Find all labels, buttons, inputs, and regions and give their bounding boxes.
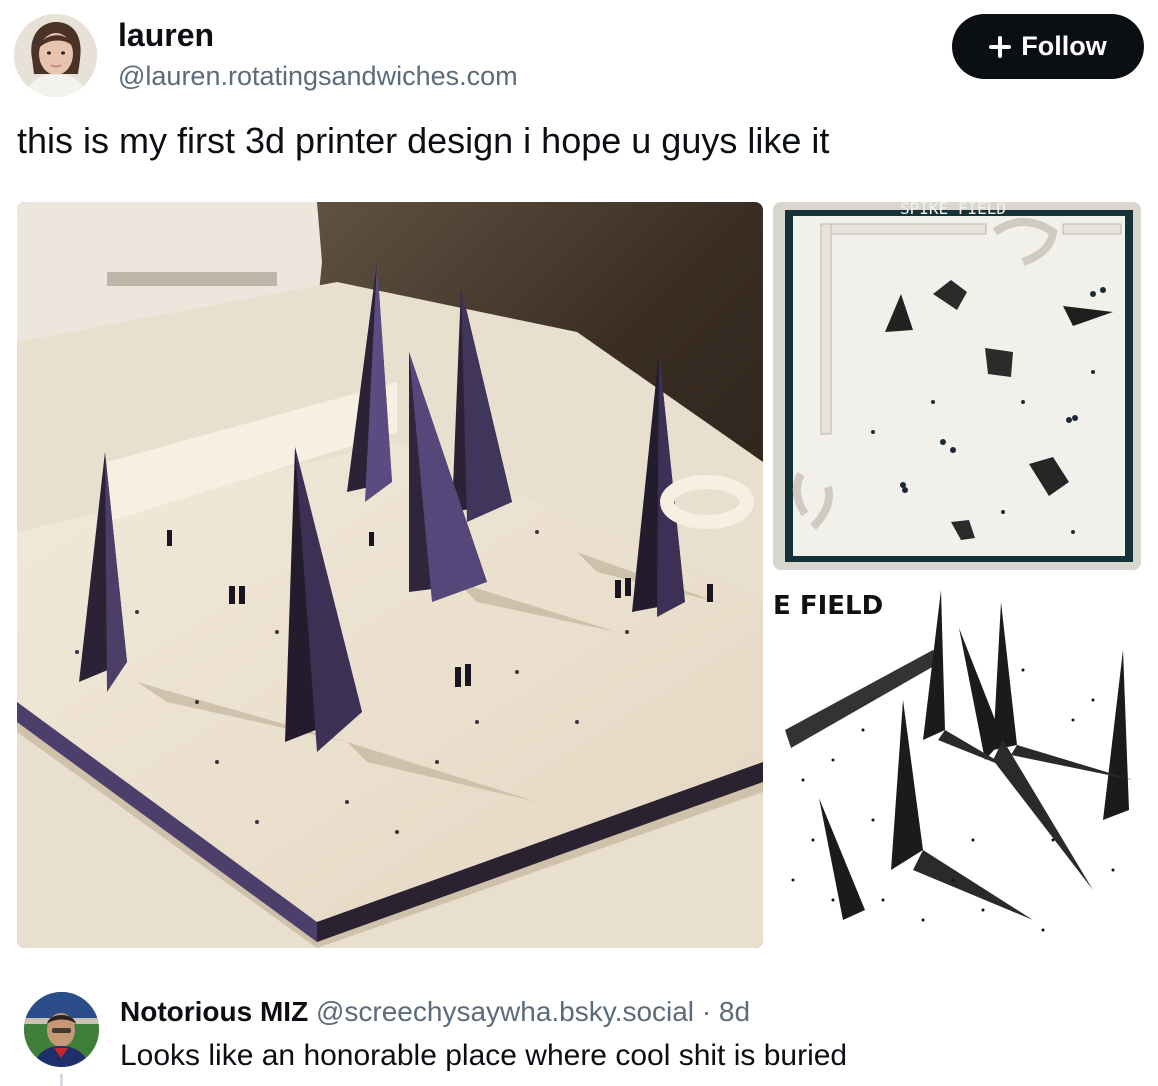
top-image-caption: SPIKE FIELD [900, 202, 1006, 218]
author-name[interactable]: lauren [118, 15, 214, 55]
bottom-image-caption: E FIELD [773, 591, 883, 621]
reply-header: Notorious MIZ @screechysaywha.bsky.socia… [120, 994, 750, 1030]
follow-button[interactable]: Follow [952, 14, 1144, 79]
plus-icon [989, 35, 1012, 58]
author-avatar[interactable] [14, 14, 97, 97]
reply-avatar[interactable] [24, 992, 99, 1067]
reply-separator: · [701, 996, 712, 1027]
reply-text: Looks like an honorable place where cool… [120, 1039, 848, 1072]
author-handle[interactable]: @lauren.rotatingsandwiches.com [118, 58, 518, 94]
reply-timestamp[interactable]: 8d [719, 996, 750, 1027]
thread-line [60, 1074, 63, 1086]
reply-author-name[interactable]: Notorious MIZ [120, 996, 308, 1027]
post-image-bottom-right[interactable]: E FIELD [773, 580, 1141, 948]
post-text: this is my first 3d printer design i hop… [17, 120, 830, 161]
follow-label: Follow [1021, 31, 1107, 61]
post-image-main[interactable] [17, 202, 763, 948]
reply-author-handle[interactable]: @screechysaywha.bsky.social [316, 996, 694, 1027]
post-image-top-right[interactable]: SPIKE FIELD [773, 202, 1141, 570]
